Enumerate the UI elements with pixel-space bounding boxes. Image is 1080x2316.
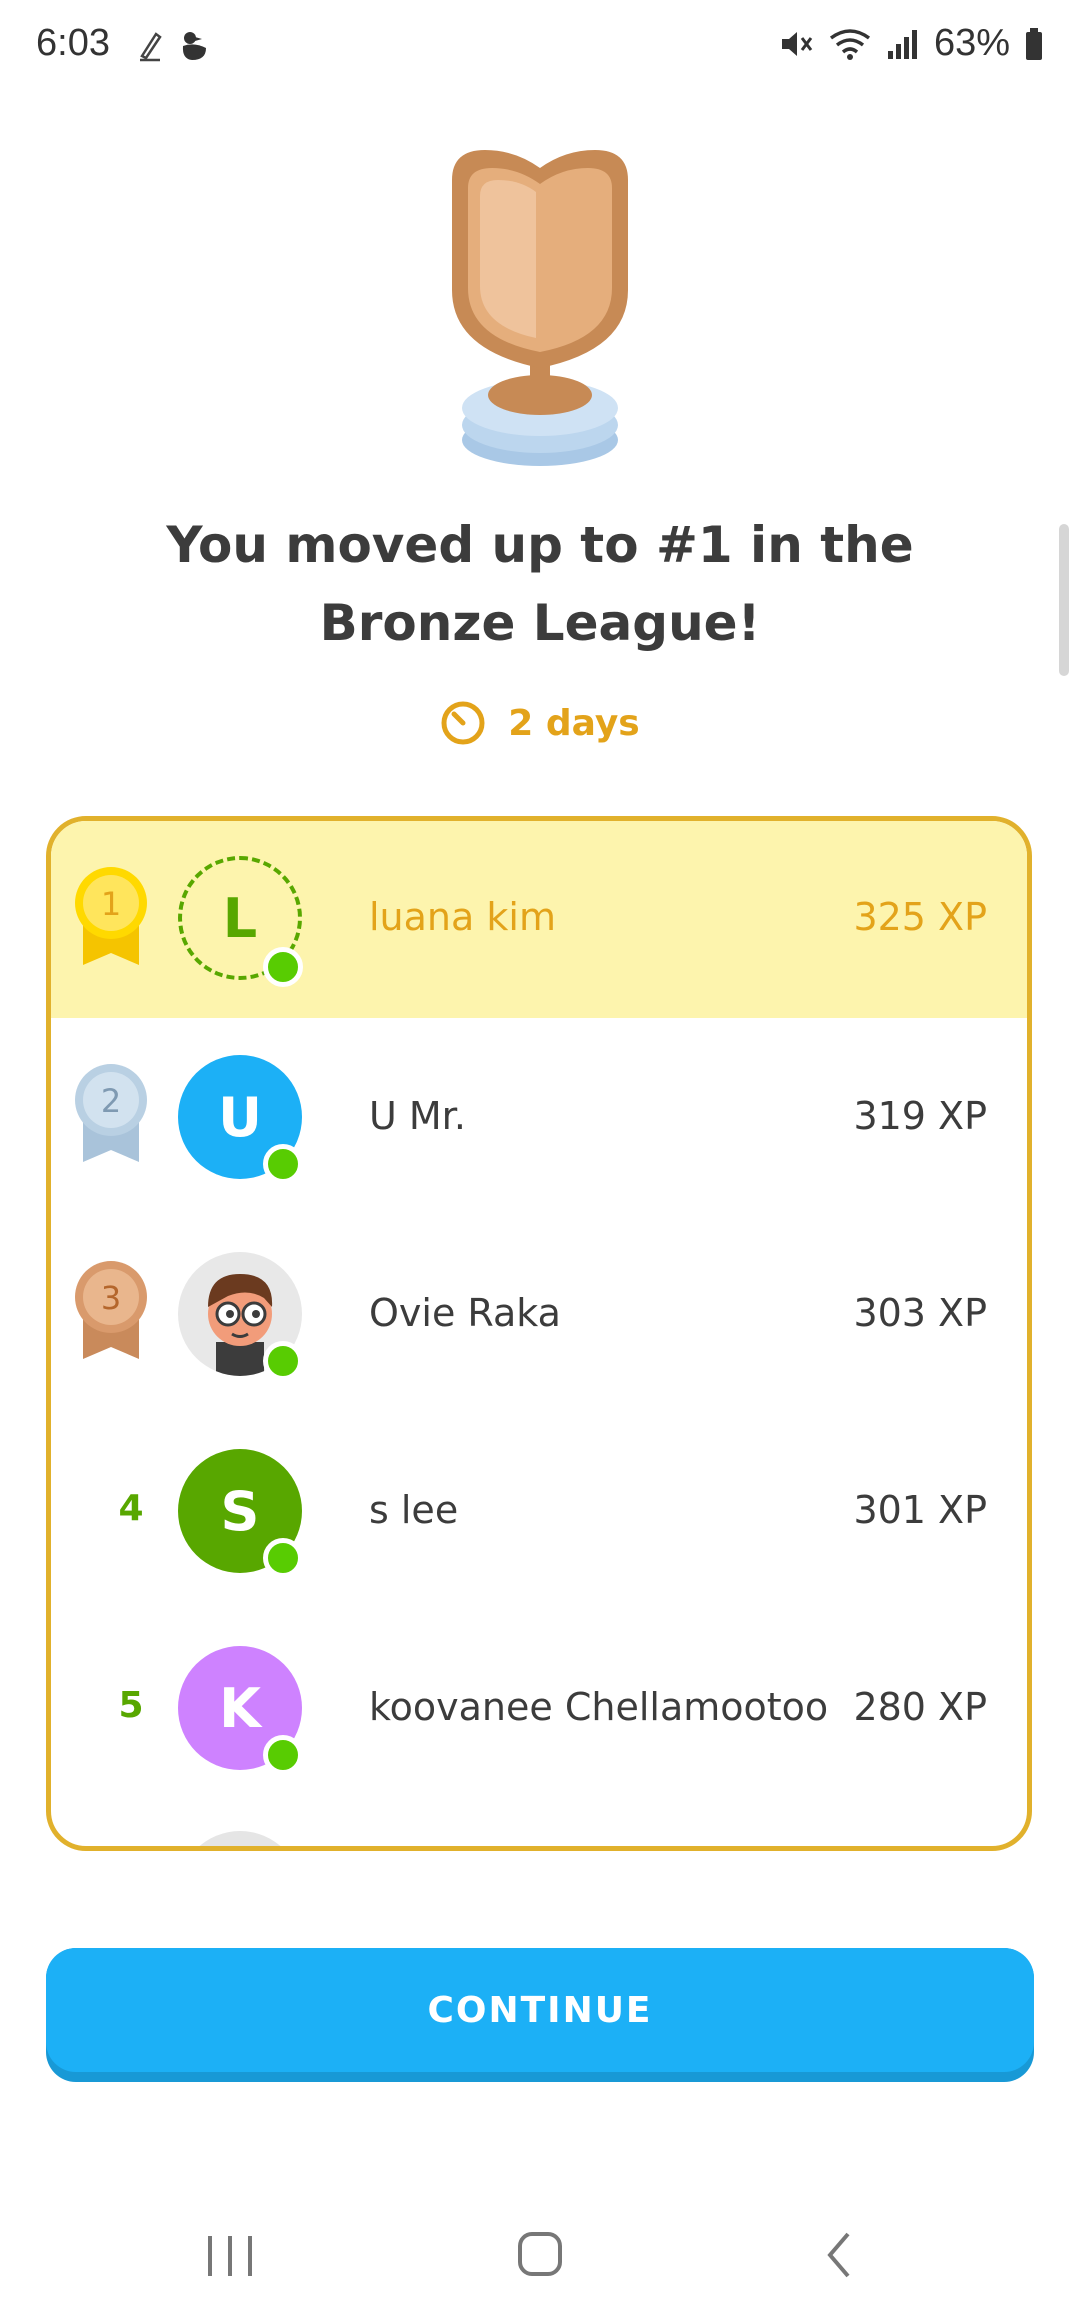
- rank-number: 2: [101, 1082, 121, 1120]
- user-name: s lee: [369, 1488, 459, 1532]
- bronze-trophy-icon: [452, 150, 628, 466]
- leaderboard: 1 L luana kim 325 XP 2 U U Mr. 319 XP 3: [46, 816, 1032, 1851]
- online-indicator: [263, 947, 303, 987]
- user-xp: 280 XP: [853, 1685, 987, 1729]
- avatar-letter: U: [218, 1085, 262, 1149]
- wifi-icon: [829, 28, 870, 60]
- status-time: 6:03: [36, 22, 110, 64]
- mute-icon: [781, 31, 813, 56]
- online-indicator: [263, 1144, 303, 1184]
- continue-label: CONTINUE: [427, 1989, 653, 2031]
- user-name: U Mr.: [369, 1094, 466, 1138]
- leaderboard-row[interactable]: 4 S s lee 301 XP: [51, 1412, 1027, 1609]
- continue-button[interactable]: CONTINUE: [46, 1948, 1034, 2082]
- leaderboard-row[interactable]: 1 L luana kim 325 XP: [51, 821, 1027, 1018]
- user-name: Ovie Raka: [369, 1291, 561, 1335]
- next-row-avatar-peek: [178, 1831, 302, 1846]
- home-icon[interactable]: [500, 2220, 580, 2290]
- leaderboard-row[interactable]: 5 K koovanee Chellamootoo 280 XP: [51, 1609, 1027, 1806]
- scrollbar[interactable]: [1059, 524, 1069, 676]
- user-xp: 325 XP: [853, 895, 987, 939]
- avatar-letter: K: [219, 1676, 261, 1740]
- system-nav-bar: [0, 2200, 1080, 2316]
- recent-apps-icon[interactable]: [190, 2220, 270, 2290]
- rank-number: 1: [101, 885, 121, 923]
- user-name: koovanee Chellamootoo: [369, 1685, 829, 1729]
- user-xp: 319 XP: [853, 1094, 987, 1138]
- rank-number: 3: [101, 1279, 121, 1317]
- leaderboard-row[interactable]: 3 Ovie Raka 303 XP: [51, 1215, 1027, 1412]
- leaderboard-row[interactable]: 2 U U Mr. 319 XP: [51, 1018, 1027, 1215]
- online-indicator: [263, 1341, 303, 1381]
- league-timer: 2 days: [0, 700, 1080, 746]
- status-bar: 6:03 63%: [0, 0, 1080, 96]
- bronze-medal-icon: 3: [75, 1261, 147, 1359]
- back-icon[interactable]: [800, 2220, 880, 2290]
- promotion-headline: You moved up to #1 in the Bronze League!: [166, 516, 914, 652]
- avatar-letter: L: [222, 886, 258, 950]
- user-name: luana kim: [369, 895, 556, 939]
- duck-icon: [182, 32, 206, 60]
- rank-number: 5: [118, 1685, 144, 1726]
- battery-icon: [1026, 27, 1042, 60]
- timer-text: 2 days: [508, 702, 640, 744]
- online-indicator: [263, 1538, 303, 1578]
- silver-medal-icon: 2: [75, 1064, 147, 1162]
- user-xp: 303 XP: [853, 1291, 987, 1335]
- online-indicator: [263, 1735, 303, 1775]
- pen-icon: [140, 32, 162, 62]
- avatar-letter: S: [220, 1479, 260, 1543]
- gold-medal-icon: 1: [75, 867, 147, 965]
- battery-percent: 63%: [933, 22, 1010, 64]
- user-xp: 301 XP: [853, 1488, 987, 1532]
- clock-icon: [441, 701, 485, 745]
- signal-icon: [887, 29, 917, 59]
- rank-number: 4: [118, 1488, 144, 1529]
